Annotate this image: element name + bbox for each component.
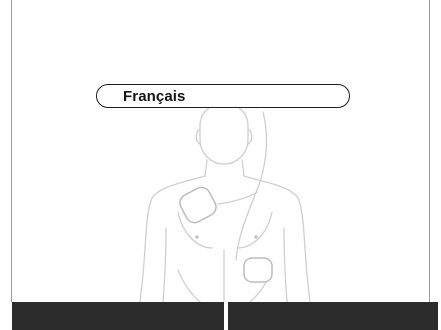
pad-cable-branch xyxy=(217,191,258,205)
lower-electrode-pad xyxy=(243,257,273,283)
language-label: Français xyxy=(123,87,186,105)
neck-right xyxy=(241,159,245,177)
neck-left xyxy=(204,159,208,177)
language-select-button[interactable]: Français xyxy=(96,84,350,108)
left-softkey-button[interactable] xyxy=(12,302,224,330)
right-nipple-dot xyxy=(254,235,258,239)
waist-left xyxy=(177,269,201,303)
right-softkey-button[interactable] xyxy=(228,302,438,330)
left-nipple-dot xyxy=(195,235,199,239)
chest-right xyxy=(237,211,273,249)
left-inner-arm xyxy=(162,227,167,303)
head-outline xyxy=(199,103,249,165)
upper-electrode-pad xyxy=(179,186,217,224)
right-shoulder xyxy=(243,175,311,303)
aed-language-screen: Français xyxy=(0,0,441,330)
torso-pad-placement-illustration xyxy=(139,103,311,303)
right-inner-arm xyxy=(283,227,288,303)
